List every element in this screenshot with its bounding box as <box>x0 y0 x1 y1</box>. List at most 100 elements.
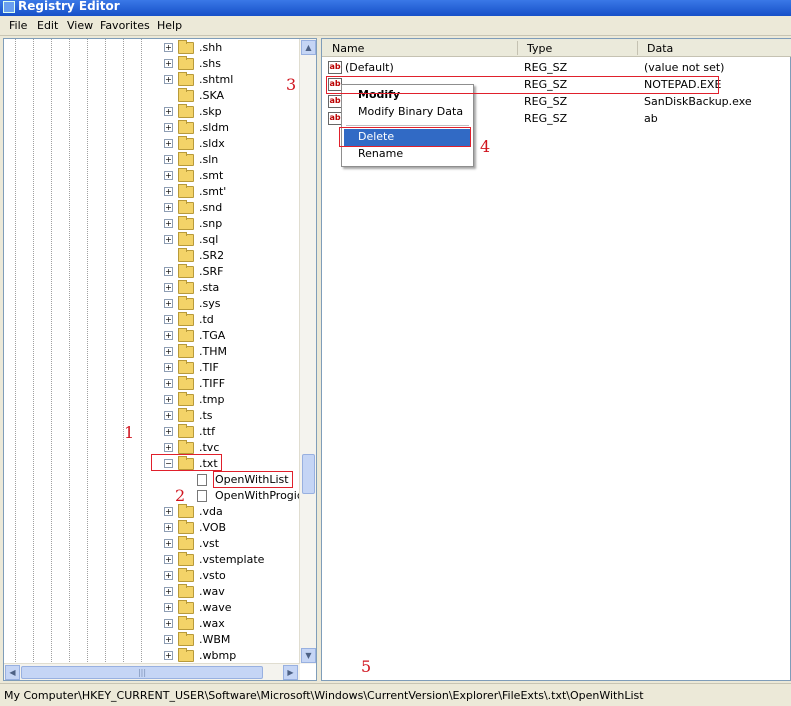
expand-icon[interactable]: + <box>164 635 173 644</box>
expand-icon[interactable]: + <box>164 363 173 372</box>
expand-icon[interactable]: + <box>164 219 173 228</box>
column-separator[interactable] <box>637 41 638 55</box>
expand-icon[interactable]: + <box>164 571 173 580</box>
tree-node[interactable]: .SR2 <box>164 248 300 264</box>
menu-file[interactable]: File <box>9 19 27 32</box>
expand-icon[interactable]: + <box>164 187 173 196</box>
tree-node[interactable]: + .TGA <box>164 328 300 344</box>
tree-node[interactable]: + .vda <box>164 504 300 520</box>
column-data[interactable]: Data <box>647 42 673 56</box>
expand-icon[interactable]: + <box>164 315 173 324</box>
tree-node[interactable]: + .sldx <box>164 136 300 152</box>
expand-icon[interactable]: + <box>164 619 173 628</box>
expand-icon[interactable]: + <box>164 43 173 52</box>
tree-node[interactable]: + .wave <box>164 600 300 616</box>
tree-node[interactable]: + .sldm <box>164 120 300 136</box>
column-type[interactable]: Type <box>527 42 552 56</box>
expand-icon[interactable]: + <box>164 347 173 356</box>
expand-icon[interactable]: + <box>164 107 173 116</box>
folder-icon <box>178 184 194 198</box>
tree-node[interactable]: + .smt <box>164 168 300 184</box>
tree-node[interactable]: + .tmp <box>164 392 300 408</box>
tree-hscroll-thumb[interactable]: ||| <box>21 666 263 679</box>
expand-icon[interactable]: + <box>164 507 173 516</box>
tree-node[interactable]: + .smt' <box>164 184 300 200</box>
expand-icon[interactable]: + <box>164 587 173 596</box>
tree-node[interactable]: + .sln <box>164 152 300 168</box>
expand-icon[interactable]: + <box>164 59 173 68</box>
expand-icon[interactable]: + <box>164 427 173 436</box>
tree-node[interactable]: + .TIFF <box>164 376 300 392</box>
tree-node[interactable]: + .wav <box>164 584 300 600</box>
expand-icon[interactable]: + <box>164 651 173 660</box>
value-data: SanDiskBackup.exe <box>644 95 752 108</box>
folder-icon <box>178 248 194 262</box>
expand-icon[interactable]: + <box>164 443 173 452</box>
tree-node[interactable]: + .VOB <box>164 520 300 536</box>
tree-node[interactable]: + .skp <box>164 104 300 120</box>
expand-icon[interactable]: + <box>164 139 173 148</box>
tree-node[interactable]: + .TIF <box>164 360 300 376</box>
tree-node[interactable]: + .snp <box>164 216 300 232</box>
expand-icon[interactable]: + <box>164 203 173 212</box>
value-row[interactable]: ab (Default) REG_SZ (value not set) <box>322 59 791 76</box>
tree-node[interactable]: + .vsto <box>164 568 300 584</box>
menu-help[interactable]: Help <box>157 19 182 32</box>
key-tree-pane[interactable]: + .shh + .shs + .shtml .SKA + .skp + .sldm + .sldx +.… <box>3 38 317 681</box>
tree-node[interactable]: + .ts <box>164 408 300 424</box>
tree-scroll-thumb[interactable] <box>302 454 315 494</box>
column-separator[interactable] <box>517 41 518 55</box>
tree-node[interactable]: + .wbmp <box>164 648 300 664</box>
tree-node-label: .sta <box>199 281 220 294</box>
expand-icon[interactable]: + <box>164 331 173 340</box>
expand-icon[interactable]: + <box>164 171 173 180</box>
expand-icon[interactable]: + <box>164 603 173 612</box>
tree-node[interactable]: + .ttf <box>164 424 300 440</box>
tree-horizontal-scrollbar[interactable]: ◀ ||| ▶ <box>4 663 300 680</box>
tree-node[interactable]: + .SRF <box>164 264 300 280</box>
scroll-right-button[interactable]: ▶ <box>283 665 298 680</box>
tree-node[interactable]: + .sql <box>164 232 300 248</box>
expand-icon[interactable]: + <box>164 235 173 244</box>
tree-vertical-scrollbar[interactable]: ▲ ▼ <box>299 39 316 664</box>
expand-icon[interactable]: + <box>164 283 173 292</box>
tree-node[interactable]: + .sta <box>164 280 300 296</box>
tree-node[interactable]: + .vstemplate <box>164 552 300 568</box>
tree-node[interactable]: + .snd <box>164 200 300 216</box>
menu-item-rename[interactable]: Rename <box>344 146 471 163</box>
menu-edit[interactable]: Edit <box>37 19 58 32</box>
tree-node[interactable]: + .shs <box>164 56 300 72</box>
tree-node-label: .snd <box>199 201 223 214</box>
expand-icon[interactable]: + <box>164 123 173 132</box>
tree-node[interactable]: + .wax <box>164 616 300 632</box>
expand-icon[interactable]: + <box>164 299 173 308</box>
menu-favorites[interactable]: Favorites <box>100 19 150 32</box>
tree-node[interactable]: + .vst <box>164 536 300 552</box>
expand-icon[interactable]: + <box>164 411 173 420</box>
tree-node[interactable]: .SKA <box>164 88 300 104</box>
scroll-down-button[interactable]: ▼ <box>301 648 316 663</box>
column-name[interactable]: Name <box>332 42 364 56</box>
tree-node[interactable]: + .THM <box>164 344 300 360</box>
expand-icon[interactable]: + <box>164 539 173 548</box>
expand-icon[interactable]: + <box>164 523 173 532</box>
folder-icon <box>178 552 194 566</box>
expand-icon[interactable]: + <box>164 267 173 276</box>
expand-icon[interactable]: + <box>164 75 173 84</box>
tree-node-label: .tvc <box>199 441 220 454</box>
tree-node[interactable]: + .td <box>164 312 300 328</box>
tree-node[interactable]: + .shh <box>164 40 300 56</box>
scroll-left-button[interactable]: ◀ <box>5 665 20 680</box>
title-bar[interactable]: Registry Editor <box>0 0 791 16</box>
menu-view[interactable]: View <box>67 19 93 32</box>
tree-node[interactable]: + .WBM <box>164 632 300 648</box>
scroll-up-button[interactable]: ▲ <box>301 40 316 55</box>
expand-icon[interactable]: + <box>164 379 173 388</box>
tree-node[interactable]: OpenWithProgids <box>197 488 300 504</box>
expand-icon[interactable]: + <box>164 155 173 164</box>
tree-node[interactable]: + .shtml <box>164 72 300 88</box>
menu-item-modify-binary[interactable]: Modify Binary Data <box>344 104 471 121</box>
tree-node[interactable]: + .sys <box>164 296 300 312</box>
expand-icon[interactable]: + <box>164 555 173 564</box>
expand-icon[interactable]: + <box>164 395 173 404</box>
